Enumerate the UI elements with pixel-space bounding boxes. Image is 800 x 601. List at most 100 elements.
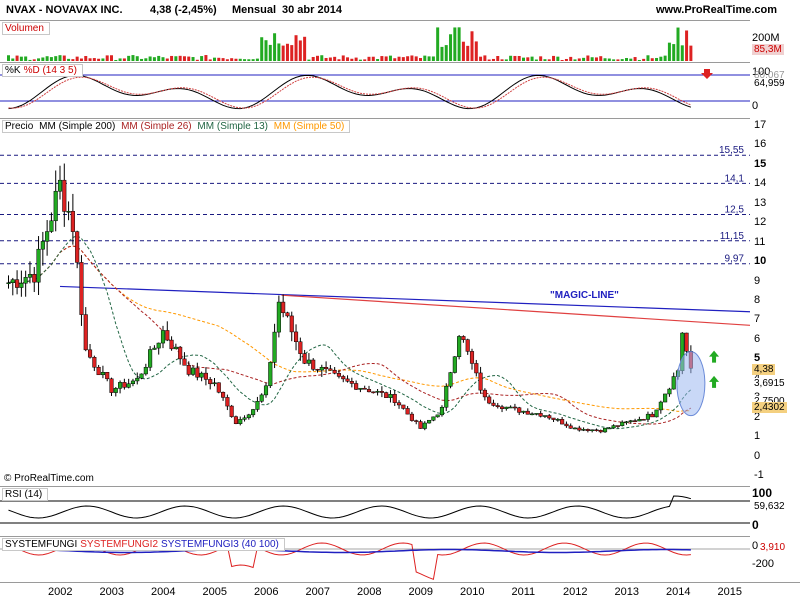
candle xyxy=(276,301,281,333)
volume-bar xyxy=(105,55,109,61)
volume-bar xyxy=(92,58,96,61)
volume-bar xyxy=(642,58,646,61)
candle xyxy=(199,372,204,378)
systemfungi-axis: 0 3,910 -200 xyxy=(750,536,800,582)
candle xyxy=(332,370,337,374)
candle xyxy=(36,248,41,283)
candle xyxy=(354,383,359,390)
volume-bar xyxy=(79,58,83,61)
candle xyxy=(233,416,239,424)
rsi-chart xyxy=(0,495,750,524)
candle xyxy=(319,367,324,371)
volume-bar xyxy=(140,58,144,61)
price-tick: 6 xyxy=(754,332,761,345)
stochastic-panel[interactable]: %K %D (14 3 5) xyxy=(0,62,750,119)
systemfungi-panel[interactable]: SYSTEMFUNGI SYSTEMFUNGI2 SYSTEMFUNGI3 (40 … xyxy=(0,536,750,583)
volume-bar xyxy=(496,56,500,61)
candle xyxy=(10,279,15,284)
candle xyxy=(169,339,174,350)
price-value-tag: 4,38 xyxy=(752,364,776,376)
candle xyxy=(366,389,372,393)
candle xyxy=(216,382,221,393)
volume-bar xyxy=(131,55,135,61)
candle xyxy=(658,401,663,411)
price-panel[interactable]: 15,55 14,1 12,5 11,15 9,97 "MAGIC-LINE" Preci… xyxy=(0,118,750,487)
volume-bar xyxy=(152,57,156,61)
candle xyxy=(126,383,131,388)
candle xyxy=(491,402,496,406)
volume-bar xyxy=(650,58,654,61)
volume-bar xyxy=(526,57,530,61)
volume-bar xyxy=(444,45,448,61)
volume-bar xyxy=(457,27,461,61)
candle xyxy=(195,367,200,378)
rsi-value: 59,632 xyxy=(752,501,787,512)
volume-panel[interactable]: Volumen xyxy=(0,20,750,63)
candle xyxy=(62,179,67,212)
candle xyxy=(57,179,63,192)
volume-bar xyxy=(122,58,126,61)
candle xyxy=(49,220,54,232)
candle xyxy=(75,231,80,263)
magic-line-label: "MAGIC-LINE" xyxy=(550,290,619,301)
volume-bar xyxy=(667,42,671,61)
volume-bar xyxy=(234,58,238,61)
candle xyxy=(143,367,148,375)
volume-bar xyxy=(37,58,41,61)
volume-bar xyxy=(612,59,616,61)
chart-header: NVAX - NOVAVAX INC. 4,38 (-2,45%) Mensua… xyxy=(0,0,800,22)
volume-bar xyxy=(54,56,58,61)
candle xyxy=(663,393,668,403)
candle xyxy=(259,394,264,402)
volume-bar xyxy=(225,59,229,61)
x-tick-year: 2009 xyxy=(408,586,433,598)
volume-bar xyxy=(616,59,620,61)
candle xyxy=(229,405,234,417)
volume-bar xyxy=(504,59,508,61)
x-tick-year: 2010 xyxy=(460,586,485,598)
volume-bar xyxy=(290,45,294,61)
volume-bar xyxy=(517,55,521,61)
candle xyxy=(336,372,342,377)
candle xyxy=(156,342,161,349)
volume-bar xyxy=(358,59,362,61)
x-axis: 2002 2003 2004 2005 2006 2007 2008 2009 2010 2011… xyxy=(0,582,800,601)
volume-bar xyxy=(543,59,547,61)
volume-bar xyxy=(264,40,268,61)
price-tick: 5 xyxy=(754,352,761,365)
price-tick: 1 xyxy=(754,430,761,443)
candle xyxy=(83,314,88,351)
x-tick-year: 2004 xyxy=(151,586,176,598)
candle xyxy=(495,405,500,408)
candle xyxy=(388,394,393,398)
volume-bar xyxy=(62,55,66,61)
x-tick-year: 2012 xyxy=(563,586,588,598)
price-tick: 7 xyxy=(754,313,761,326)
candle xyxy=(534,413,539,415)
price-chart: 15,55 14,1 12,5 11,15 9,97 "MAGIC-LINE" xyxy=(0,145,750,434)
candle xyxy=(311,359,316,370)
candle xyxy=(469,351,475,364)
rsi-panel[interactable]: RSI (14) xyxy=(0,486,750,537)
price-tick: 12 xyxy=(754,216,767,229)
candle xyxy=(238,419,243,424)
volume-bar xyxy=(410,55,414,61)
volume-tick: 200M xyxy=(752,32,780,44)
candle xyxy=(40,241,45,250)
volume-bar xyxy=(41,57,45,61)
stoch-d-line xyxy=(8,76,692,109)
site-label: www.ProRealTime.com xyxy=(656,4,778,16)
volume-bar xyxy=(251,59,255,61)
volume-bar xyxy=(633,57,637,61)
date-label: 30 abr 2014 xyxy=(282,4,342,16)
volume-bar xyxy=(277,43,281,61)
price-legend: Precio MM (Simple 200) MM (Simple 26) MM… xyxy=(2,120,351,133)
volume-bar xyxy=(539,56,543,61)
volume-bar xyxy=(238,58,242,61)
candle xyxy=(452,356,457,373)
candle xyxy=(23,277,28,284)
candle xyxy=(444,386,449,408)
volume-bar xyxy=(655,57,659,61)
price-change: 4,38 (-2,45%) xyxy=(150,4,217,16)
candle xyxy=(19,282,24,288)
